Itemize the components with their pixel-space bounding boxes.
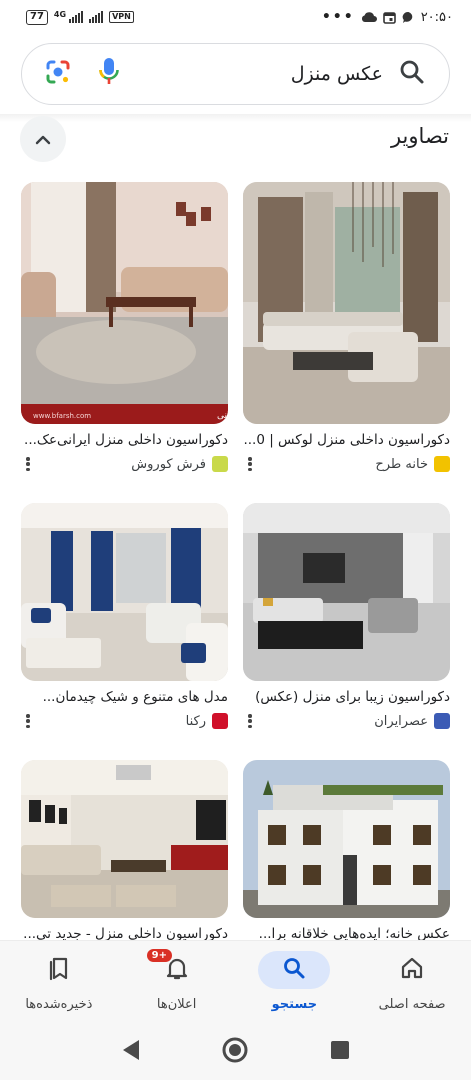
search-query[interactable]: عکس منزل: [291, 63, 383, 85]
more-notifications-icon: •••: [321, 9, 355, 25]
recents-icon[interactable]: [329, 1039, 351, 1065]
bottom-navigation: ذخیره‌شده‌ها 9+ اعلان‌ها جستجو صفحه اصلی: [0, 940, 471, 1024]
signal-icon-2: [89, 11, 104, 23]
result-thumbnail[interactable]: [243, 182, 450, 424]
source-name: عصرایران: [374, 713, 428, 729]
image-result[interactable]: دکوراسیون داخلی منزل - جدید تی...: [21, 760, 228, 942]
image-result[interactable]: www.bfarsh.com منزل ایرانی دکوراسیون داخ…: [21, 182, 228, 474]
collapse-button[interactable]: [20, 116, 66, 162]
source-favicon-icon: [212, 713, 228, 729]
result-source[interactable]: خانه طرح: [375, 456, 450, 472]
result-thumbnail[interactable]: [21, 503, 228, 681]
more-options-icon[interactable]: [243, 712, 257, 730]
more-options-icon[interactable]: [243, 455, 257, 473]
nav-label: ذخیره‌شده‌ها: [25, 997, 93, 1012]
bookmarks-icon: [47, 955, 71, 985]
result-thumbnail[interactable]: [21, 760, 228, 918]
system-navigation-bar: [0, 1024, 471, 1080]
image-result[interactable]: دکوراسیون داخلی منزل لوکس | 0... خانه طر…: [243, 182, 450, 474]
calendar-icon: [382, 11, 396, 24]
back-icon[interactable]: [120, 1038, 142, 1066]
result-caption[interactable]: دکوراسیون داخلی منزل لوکس | 0...: [243, 432, 450, 448]
result-source[interactable]: رکنا: [186, 713, 228, 729]
more-options-icon[interactable]: [21, 712, 35, 730]
status-bar: 77 4G VPN ••• ۲۰:۵۰: [0, 0, 471, 34]
nav-label: اعلان‌ها: [156, 997, 197, 1012]
result-source[interactable]: عصرایران: [374, 713, 450, 729]
section-title: تصاویر: [390, 124, 449, 148]
result-source[interactable]: فرش کوروش: [131, 456, 228, 472]
source-favicon-icon: [434, 713, 450, 729]
result-caption[interactable]: دکوراسیون داخلی منزل ایرانی‌عک...: [21, 432, 228, 448]
source-favicon-icon: [434, 456, 450, 472]
divider: [0, 114, 471, 122]
result-thumbnail[interactable]: [243, 503, 450, 681]
cloud-icon: [361, 12, 377, 22]
chevron-up-icon: [35, 130, 51, 149]
source-name: خانه طرح: [375, 456, 428, 472]
search-icon[interactable]: [399, 59, 425, 89]
thumbnail-watermark: منزل ایرانی: [217, 411, 228, 421]
thumbnail-watermark-url: www.bfarsh.com: [33, 412, 91, 420]
result-caption[interactable]: مدل های متنوع و شیک چیدمان...: [21, 689, 228, 705]
source-favicon-icon: [212, 456, 228, 472]
source-name: رکنا: [185, 713, 206, 729]
nav-saved[interactable]: ذخیره‌شده‌ها: [0, 941, 118, 1024]
network-type: 4G: [53, 9, 67, 19]
clock: ۲۰:۵۰: [420, 9, 453, 25]
search-icon: [282, 956, 306, 984]
image-result[interactable]: دکوراسیون زیبا برای منزل (عکس) عصرایران: [243, 503, 450, 731]
image-result[interactable]: مدل های متنوع و شیک چیدمان... رکنا: [21, 503, 228, 731]
nav-notifications[interactable]: 9+ اعلان‌ها: [118, 941, 236, 1024]
battery-icon: 77: [26, 9, 48, 25]
message-icon: [402, 11, 412, 23]
image-result[interactable]: عکس خانه؛ ایده‌هایی خلاقانه برا...: [243, 760, 450, 942]
nav-label: جستجو: [271, 997, 318, 1012]
signal-icon: [69, 11, 84, 23]
vpn-badge: VPN: [109, 11, 134, 23]
result-thumbnail[interactable]: www.bfarsh.com منزل ایرانی: [21, 182, 228, 424]
lens-icon[interactable]: [44, 58, 72, 90]
nav-search[interactable]: جستجو: [236, 941, 354, 1024]
nav-home[interactable]: صفحه اصلی: [353, 941, 471, 1024]
notification-badge: 9+: [144, 947, 174, 964]
home-icon: [400, 956, 424, 984]
mic-icon[interactable]: [98, 57, 120, 91]
more-options-icon[interactable]: [21, 455, 35, 473]
result-thumbnail[interactable]: [243, 760, 450, 918]
home-circle-icon[interactable]: [221, 1036, 249, 1068]
search-bar[interactable]: عکس منزل: [21, 43, 450, 105]
result-caption[interactable]: دکوراسیون زیبا برای منزل (عکس): [243, 689, 450, 705]
nav-label: صفحه اصلی: [378, 997, 446, 1012]
source-name: فرش کوروش: [131, 456, 206, 472]
